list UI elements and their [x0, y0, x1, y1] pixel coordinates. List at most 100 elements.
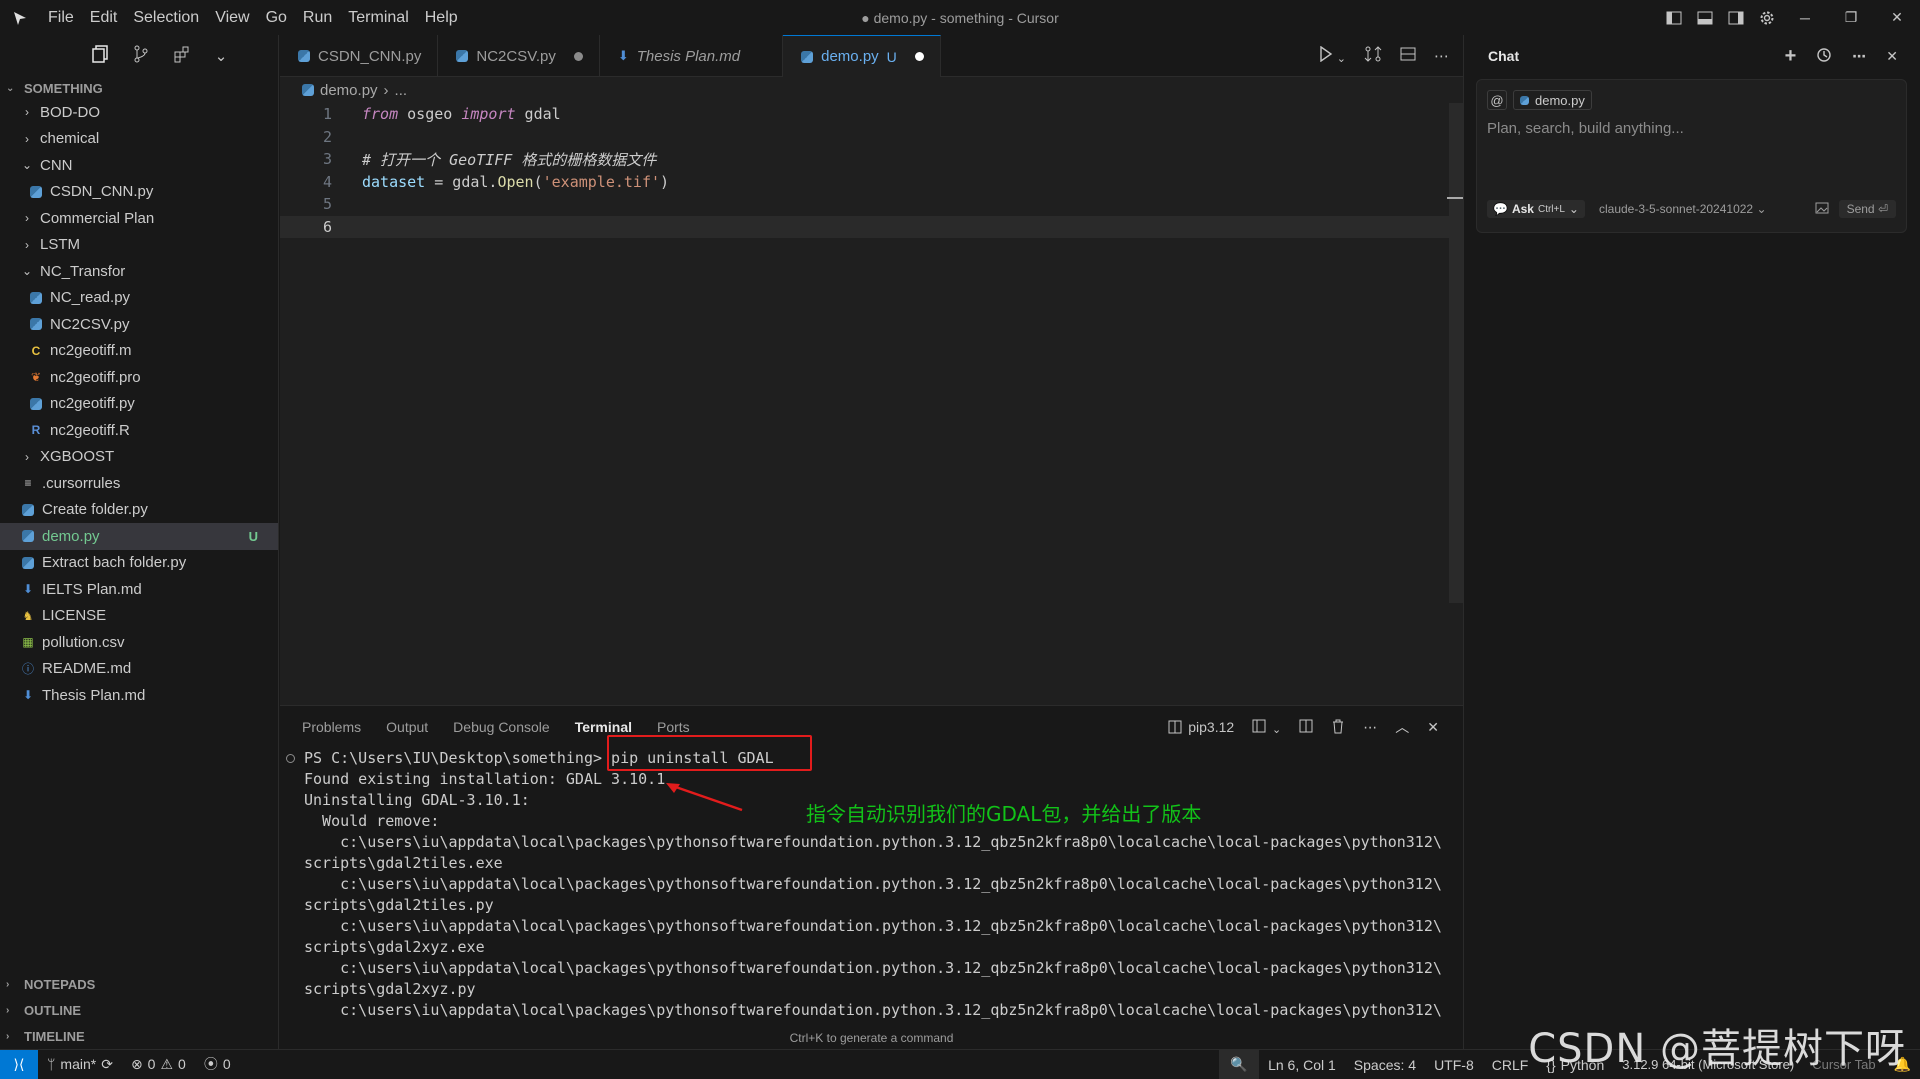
settings-gear-icon[interactable]	[1751, 0, 1782, 35]
unsaved-dot-icon[interactable]	[573, 51, 583, 61]
minimize-icon[interactable]: ─	[1782, 0, 1828, 35]
menu-run[interactable]: Run	[295, 0, 340, 35]
menu-file[interactable]: File	[40, 0, 82, 35]
chat-mode-dropdown[interactable]: 💬 Ask Ctrl+L ⌄	[1487, 200, 1585, 218]
python-interpreter[interactable]: 3.12.9 64-bit (Microsoft Store)	[1613, 1057, 1803, 1072]
tree-folder[interactable]: ⌄ NC_Transfor	[0, 258, 278, 285]
tab-nc2csv[interactable]: NC2CSV.py	[438, 35, 600, 77]
outline-section[interactable]: › OUTLINE	[0, 997, 279, 1023]
tree-file[interactable]: ▦ pollution.csv	[0, 629, 278, 656]
command-decoration-circle-icon[interactable]	[286, 754, 295, 763]
close-window-icon[interactable]: ✕	[1874, 0, 1920, 35]
tab-thesis-plan[interactable]: ⬇ Thesis Plan.md	[600, 35, 784, 77]
branch-indicator[interactable]: ᛘ main* ⟳	[38, 1056, 122, 1073]
tab-demo[interactable]: demo.py U	[783, 35, 941, 77]
attach-image-icon[interactable]	[1815, 202, 1829, 217]
tree-file[interactable]: Create folder.py	[0, 497, 278, 524]
indentation[interactable]: Spaces: 4	[1345, 1057, 1425, 1073]
more-actions-icon[interactable]: ⋯	[1852, 48, 1866, 65]
menu-terminal[interactable]: Terminal	[340, 0, 416, 35]
tree-file[interactable]: NC_read.py	[0, 285, 278, 312]
more-views-chevron-icon[interactable]: ⌄	[215, 47, 228, 65]
tree-file[interactable]: ⬇ Thesis Plan.md	[0, 682, 278, 709]
history-icon[interactable]	[1816, 47, 1832, 66]
tree-file[interactable]: Extract bach folder.py	[0, 550, 278, 577]
line-ending[interactable]: CRLF	[1483, 1057, 1538, 1073]
run-python-icon[interactable]: ⌄	[1319, 45, 1346, 66]
chat-placeholder[interactable]: Plan, search, build anything...	[1487, 120, 1684, 137]
tree-file[interactable]: ♞ LICENSE	[0, 603, 278, 630]
cursor-position[interactable]: Ln 6, Col 1	[1259, 1057, 1345, 1073]
menu-edit[interactable]: Edit	[82, 0, 126, 35]
new-chat-plus-icon[interactable]: +	[1785, 45, 1797, 68]
model-dropdown[interactable]: claude-3-5-sonnet-20241022 ⌄	[1599, 202, 1767, 216]
tree-file[interactable]: ⬇ IELTS Plan.md	[0, 576, 278, 603]
add-context-at-icon[interactable]: @	[1487, 90, 1507, 110]
open-changes-icon[interactable]	[1364, 45, 1382, 67]
menu-view[interactable]: View	[207, 0, 257, 35]
encoding[interactable]: UTF-8	[1425, 1057, 1483, 1073]
tab-debug-console[interactable]: Debug Console	[453, 719, 550, 735]
new-terminal-icon[interactable]: ⌄	[1252, 719, 1281, 736]
close-panel-icon[interactable]: ✕	[1427, 719, 1439, 736]
close-chat-icon[interactable]: ✕	[1886, 48, 1898, 65]
remote-indicator-icon[interactable]: ⟩⟨	[0, 1049, 38, 1079]
explorer-section-header[interactable]: ⌄ SOMETHING	[0, 77, 278, 99]
menu-selection[interactable]: Selection	[125, 0, 207, 35]
sync-icon[interactable]: ⟳	[101, 1056, 113, 1073]
tree-folder[interactable]: ⌄ CNN	[0, 152, 278, 179]
toggle-secondary-sidebar-icon[interactable]	[1720, 0, 1751, 35]
split-terminal-icon[interactable]	[1299, 719, 1313, 736]
breadcrumb-file[interactable]: demo.py	[320, 82, 378, 99]
tree-file[interactable]: ❦ nc2geotiff.pro	[0, 364, 278, 391]
language-mode[interactable]: {} Python	[1537, 1057, 1613, 1073]
extensions-icon[interactable]	[173, 45, 191, 67]
editor-scrollbar[interactable]	[1449, 103, 1463, 603]
tree-file[interactable]: nc2geotiff.py	[0, 391, 278, 418]
tree-folder[interactable]: › Commercial Plan	[0, 205, 278, 232]
tree-file[interactable]: NC2CSV.py	[0, 311, 278, 338]
notifications-bell-icon[interactable]: 🔔	[1885, 1056, 1920, 1073]
timeline-section[interactable]: › TIMELINE	[0, 1023, 279, 1049]
terminal-output[interactable]: PS C:\Users\IU\Desktop\something> pip un…	[280, 748, 1463, 1028]
menu-help[interactable]: Help	[417, 0, 466, 35]
chat-input-box[interactable]: @ demo.py Plan, search, build anything..…	[1476, 79, 1907, 233]
unsaved-dot-icon[interactable]	[914, 52, 924, 61]
problems-indicator[interactable]: ⊗ 0 ⚠ 0	[122, 1056, 195, 1073]
restore-icon[interactable]: ❐	[1828, 0, 1874, 35]
ports-indicator[interactable]: ⦿ 0	[195, 1054, 240, 1074]
tab-ports[interactable]: Ports	[657, 719, 690, 735]
maximize-panel-chevron-up-icon[interactable]: ︿	[1395, 717, 1409, 737]
cursor-tab-indicator[interactable]: Cursor Tab	[1803, 1057, 1884, 1072]
code-editor[interactable]: 1 from osgeo import gdal 2 3 # 打开一个 GeoTIF…	[280, 103, 1463, 705]
tree-file[interactable]: ≡ .cursorrules	[0, 470, 278, 497]
tree-file[interactable]: Cnc2geotiff.m	[0, 338, 278, 365]
toggle-panel-icon[interactable]	[1689, 0, 1720, 35]
terminal-shell-selector[interactable]: pip3.12	[1168, 719, 1234, 735]
send-button[interactable]: Send ⏎	[1838, 200, 1896, 218]
tree-file[interactable]: Rnc2geotiff.R	[0, 417, 278, 444]
tree-folder[interactable]: › XGBOOST	[0, 444, 278, 471]
tab-terminal[interactable]: Terminal	[575, 719, 632, 735]
more-actions-icon[interactable]: ⋯	[1363, 719, 1377, 736]
notepads-section[interactable]: › NOTEPADS	[0, 971, 279, 997]
split-editor-icon[interactable]	[1400, 47, 1416, 65]
tree-folder[interactable]: › LSTM	[0, 232, 278, 259]
context-file-chip[interactable]: demo.py	[1513, 90, 1592, 110]
tab-output[interactable]: Output	[386, 719, 428, 735]
tree-file[interactable]: demo.py U	[0, 523, 278, 550]
more-actions-icon[interactable]: ⋯	[1434, 47, 1449, 65]
tree-file[interactable]: CSDN_CNN.py	[0, 179, 278, 206]
breadcrumb-symbol[interactable]: ...	[395, 82, 408, 99]
tree-folder[interactable]: › chemical	[0, 126, 278, 153]
tab-problems[interactable]: Problems	[302, 719, 361, 735]
toggle-primary-sidebar-icon[interactable]	[1658, 0, 1689, 35]
menu-go[interactable]: Go	[258, 0, 295, 35]
zoom-magnifier-icon[interactable]: 🔍	[1219, 1050, 1260, 1079]
tree-file[interactable]: ⓘ README.md	[0, 656, 278, 683]
tab-csdn-cnn[interactable]: CSDN_CNN.py	[280, 35, 439, 77]
tree-folder[interactable]: › BOD-DO	[0, 99, 278, 126]
kill-terminal-trash-icon[interactable]	[1331, 718, 1345, 737]
explorer-icon[interactable]	[91, 45, 109, 67]
source-control-icon[interactable]	[133, 45, 149, 67]
